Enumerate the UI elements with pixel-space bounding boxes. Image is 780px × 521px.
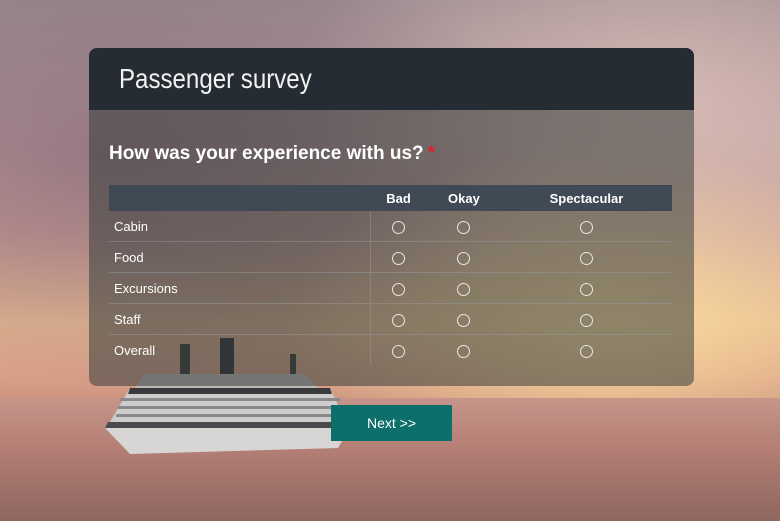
radio-staff-spectacular[interactable] bbox=[579, 313, 593, 327]
question-text: How was your experience with us? * bbox=[109, 143, 435, 165]
radio-overall-bad[interactable] bbox=[392, 344, 406, 358]
row-label-cabin: Cabin bbox=[109, 211, 371, 242]
radio-overall-spectacular[interactable] bbox=[579, 344, 593, 358]
question-label: How was your experience with us? bbox=[109, 143, 424, 164]
radio-cabin-okay[interactable] bbox=[457, 220, 471, 234]
survey-title: Passenger survey bbox=[119, 63, 312, 94]
radio-food-okay[interactable] bbox=[457, 251, 471, 265]
row-label-food: Food bbox=[109, 241, 371, 273]
matrix-row-overall: Overall bbox=[109, 334, 672, 365]
column-header-okay: Okay bbox=[427, 185, 501, 211]
matrix-row-excursions: Excursions bbox=[109, 272, 672, 304]
required-asterisk: * bbox=[427, 143, 436, 164]
rating-matrix: Bad Okay Spectacular Cabin Food Excursio… bbox=[109, 185, 672, 365]
matrix-row-staff: Staff bbox=[109, 303, 672, 335]
matrix-row-food: Food bbox=[109, 241, 672, 273]
radio-staff-okay[interactable] bbox=[457, 313, 471, 327]
column-header-bad: Bad bbox=[370, 185, 428, 211]
survey-header: Passenger survey bbox=[89, 48, 694, 110]
radio-excursions-spectacular[interactable] bbox=[579, 282, 593, 296]
row-label-overall: Overall bbox=[109, 334, 371, 365]
radio-cabin-spectacular[interactable] bbox=[579, 220, 593, 234]
radio-overall-okay[interactable] bbox=[457, 344, 471, 358]
radio-food-bad[interactable] bbox=[392, 251, 406, 265]
radio-excursions-bad[interactable] bbox=[392, 282, 406, 296]
radio-staff-bad[interactable] bbox=[392, 313, 406, 327]
row-label-excursions: Excursions bbox=[109, 272, 371, 304]
radio-food-spectacular[interactable] bbox=[579, 251, 593, 265]
next-button[interactable]: Next >> bbox=[331, 405, 452, 441]
matrix-header-empty bbox=[109, 185, 370, 211]
matrix-row-cabin: Cabin bbox=[109, 211, 672, 242]
column-header-spectacular: Spectacular bbox=[500, 185, 672, 211]
survey-card: Passenger survey How was your experience… bbox=[89, 48, 694, 386]
row-label-staff: Staff bbox=[109, 303, 371, 335]
radio-cabin-bad[interactable] bbox=[392, 220, 406, 234]
matrix-header-row: Bad Okay Spectacular bbox=[109, 185, 672, 211]
radio-excursions-okay[interactable] bbox=[457, 282, 471, 296]
